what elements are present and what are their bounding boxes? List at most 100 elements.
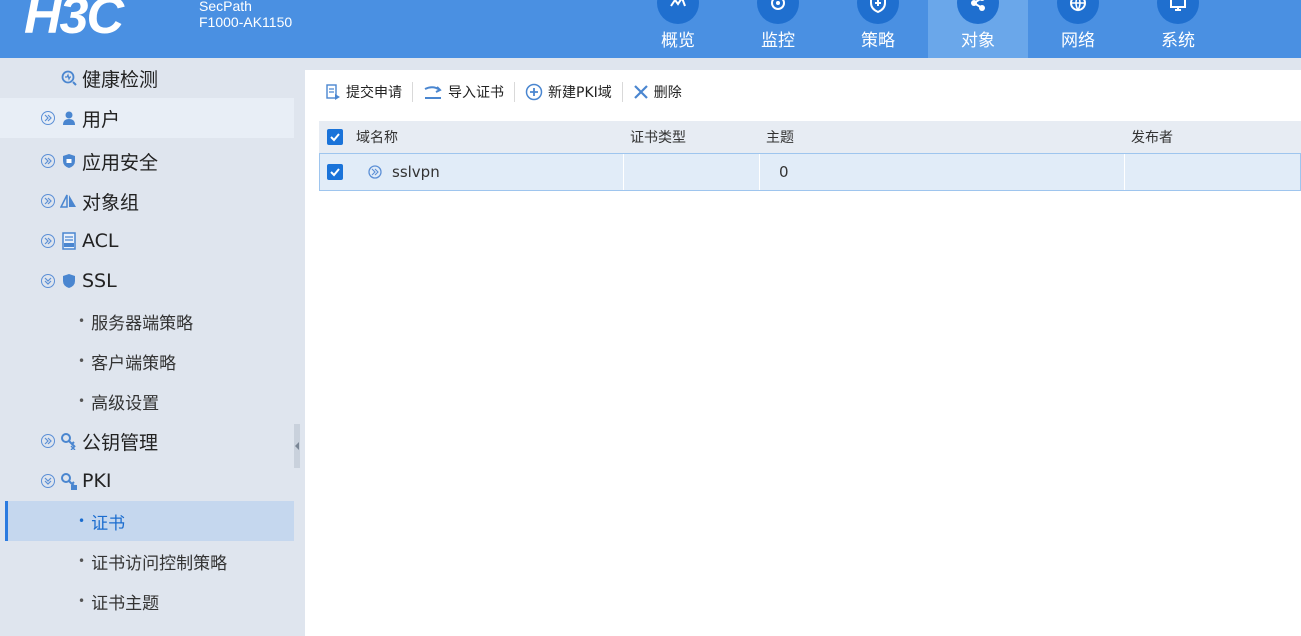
row-expand-icon[interactable] xyxy=(368,154,382,190)
product-line-2: F1000-AK1150 xyxy=(199,14,293,30)
submit-request-button[interactable]: 提交申请 xyxy=(305,82,412,102)
product-line-1: SecPath xyxy=(199,0,252,14)
nav-object[interactable]: 对象 xyxy=(928,0,1028,58)
sidebar-sub-advanced[interactable]: • 高级设置 xyxy=(0,381,294,421)
bullet-icon: • xyxy=(78,594,86,608)
expand-icon[interactable] xyxy=(41,434,55,448)
nav-policy[interactable]: 策略 xyxy=(828,0,928,58)
expand-icon[interactable] xyxy=(41,234,55,248)
col-divider xyxy=(1124,154,1125,190)
delete-button[interactable]: 删除 xyxy=(621,82,692,102)
sidebar-sub-label: 服务器端策略 xyxy=(91,313,194,334)
import-cert-icon xyxy=(424,86,442,99)
delete-label: 删除 xyxy=(653,85,682,101)
nav-overview-label: 概览 xyxy=(661,31,695,51)
top-header: H3C SecPath F1000-AK1150 概览 监控 策略 对象 网络 xyxy=(0,0,1301,58)
nav-object-label: 对象 xyxy=(961,31,995,51)
bullet-icon: • xyxy=(78,314,86,328)
health-check-icon xyxy=(60,69,78,87)
policy-shield-icon xyxy=(857,0,899,24)
user-icon xyxy=(60,109,78,127)
bullet-icon: • xyxy=(78,514,86,528)
pki-key-icon xyxy=(60,472,78,490)
sidebar-sub-certificate[interactable]: • 证书 xyxy=(5,501,294,541)
sidebar-sub-label: 证书 xyxy=(91,513,126,534)
nav-network[interactable]: 网络 xyxy=(1028,0,1128,58)
sidebar-item-user[interactable]: 用户 xyxy=(0,98,294,138)
submit-request-label: 提交申请 xyxy=(346,85,402,101)
col-header-issuer[interactable]: 发布者 xyxy=(1131,121,1173,153)
new-pki-domain-label: 新建PKI域 xyxy=(548,85,612,101)
sidebar-sub-label: 客户端策略 xyxy=(91,353,177,374)
grid-header: 域名称 证书类型 主题 发布者 xyxy=(319,121,1301,153)
col-divider xyxy=(759,154,760,190)
bullet-icon: • xyxy=(78,354,86,368)
public-key-icon xyxy=(60,432,78,450)
nav-overview[interactable]: 概览 xyxy=(628,0,728,58)
col-header-cert-type[interactable]: 证书类型 xyxy=(630,121,686,153)
check-icon xyxy=(330,168,340,177)
ssl-shield-icon xyxy=(60,272,78,290)
sidebar-item-pki[interactable]: PKI xyxy=(0,461,294,501)
sidebar-item-public-key[interactable]: 公钥管理 xyxy=(0,421,294,461)
sidebar-item-health[interactable]: 健康检测 xyxy=(0,58,294,98)
collapse-icon[interactable] xyxy=(41,474,55,488)
sidebar-item-app-security[interactable]: 应用安全 xyxy=(0,141,294,181)
sidebar-sub-client-policy[interactable]: • 客户端策略 xyxy=(0,341,294,381)
nav-network-label: 网络 xyxy=(1061,31,1095,51)
sidebar-item-object-group[interactable]: 对象组 xyxy=(0,181,294,221)
sidebar: 健康检测 用户 应用安全 对象组 ACL SSL • 服务器端策略 • 客户端策… xyxy=(0,58,294,636)
nav-monitor[interactable]: 监控 xyxy=(728,0,828,58)
row-checkbox[interactable] xyxy=(327,154,343,190)
bullet-icon: • xyxy=(78,394,86,408)
overview-icon xyxy=(657,0,699,24)
sidebar-item-acl[interactable]: ACL xyxy=(0,221,294,261)
nav-system[interactable]: 系统 xyxy=(1128,0,1228,58)
nav-policy-label: 策略 xyxy=(861,31,895,51)
object-group-icon xyxy=(60,192,78,210)
acl-document-icon xyxy=(60,232,78,250)
sidebar-item-label: 健康检测 xyxy=(82,68,159,91)
cell-subject: 0 xyxy=(779,163,789,181)
main-content: 提交申请 导入证书 新建PKI域 删除 域名称 证书类型 主题 发布者 sslv… xyxy=(305,70,1301,636)
col-header-subject[interactable]: 主题 xyxy=(766,121,794,153)
expand-icon[interactable] xyxy=(41,154,55,168)
collapse-icon[interactable] xyxy=(41,274,55,288)
system-monitor-icon xyxy=(1157,0,1199,24)
import-cert-label: 导入证书 xyxy=(448,85,504,101)
delete-x-icon xyxy=(633,85,648,99)
sidebar-item-label: 对象组 xyxy=(82,191,140,214)
sidebar-sub-cert-subject[interactable]: • 证书主题 xyxy=(0,581,294,621)
expand-icon[interactable] xyxy=(41,194,55,208)
product-name: SecPath F1000-AK1150 xyxy=(199,0,292,30)
sidebar-sub-label: 证书访问控制策略 xyxy=(91,553,228,574)
network-globe-icon xyxy=(1057,0,1099,24)
nav-system-label: 系统 xyxy=(1161,31,1195,51)
cell-domain: sslvpn xyxy=(392,163,440,181)
sidebar-item-label: 用户 xyxy=(82,108,121,131)
expand-icon[interactable] xyxy=(41,111,55,125)
app-security-shield-icon xyxy=(60,152,78,170)
import-cert-button[interactable]: 导入证书 xyxy=(412,82,514,102)
sidebar-item-label: PKI xyxy=(82,470,112,492)
h3c-logo: H3C xyxy=(24,0,124,45)
submit-request-icon xyxy=(326,84,340,100)
sidebar-collapse-handle[interactable] xyxy=(294,424,300,468)
sidebar-sub-cert-access-policy[interactable]: • 证书访问控制策略 xyxy=(0,541,294,581)
object-share-icon xyxy=(957,0,999,24)
sidebar-sub-label: 高级设置 xyxy=(91,393,160,414)
sidebar-item-ssl[interactable]: SSL xyxy=(0,261,294,301)
sidebar-sub-label: 证书主题 xyxy=(91,593,160,614)
nav-monitor-label: 监控 xyxy=(761,31,795,51)
check-icon xyxy=(330,133,340,142)
sidebar-item-label: ACL xyxy=(82,230,119,252)
new-pki-domain-button[interactable]: 新建PKI域 xyxy=(514,82,622,102)
col-header-domain[interactable]: 域名称 xyxy=(356,121,398,153)
select-all-checkbox[interactable] xyxy=(327,121,343,153)
toolbar: 提交申请 导入证书 新建PKI域 删除 xyxy=(305,70,1301,114)
bullet-icon: • xyxy=(78,554,86,568)
sidebar-item-label: SSL xyxy=(82,270,117,292)
sidebar-sub-server-policy[interactable]: • 服务器端策略 xyxy=(0,301,294,341)
table-row[interactable]: sslvpn 0 xyxy=(319,153,1301,191)
sidebar-item-label: 公钥管理 xyxy=(82,431,159,454)
